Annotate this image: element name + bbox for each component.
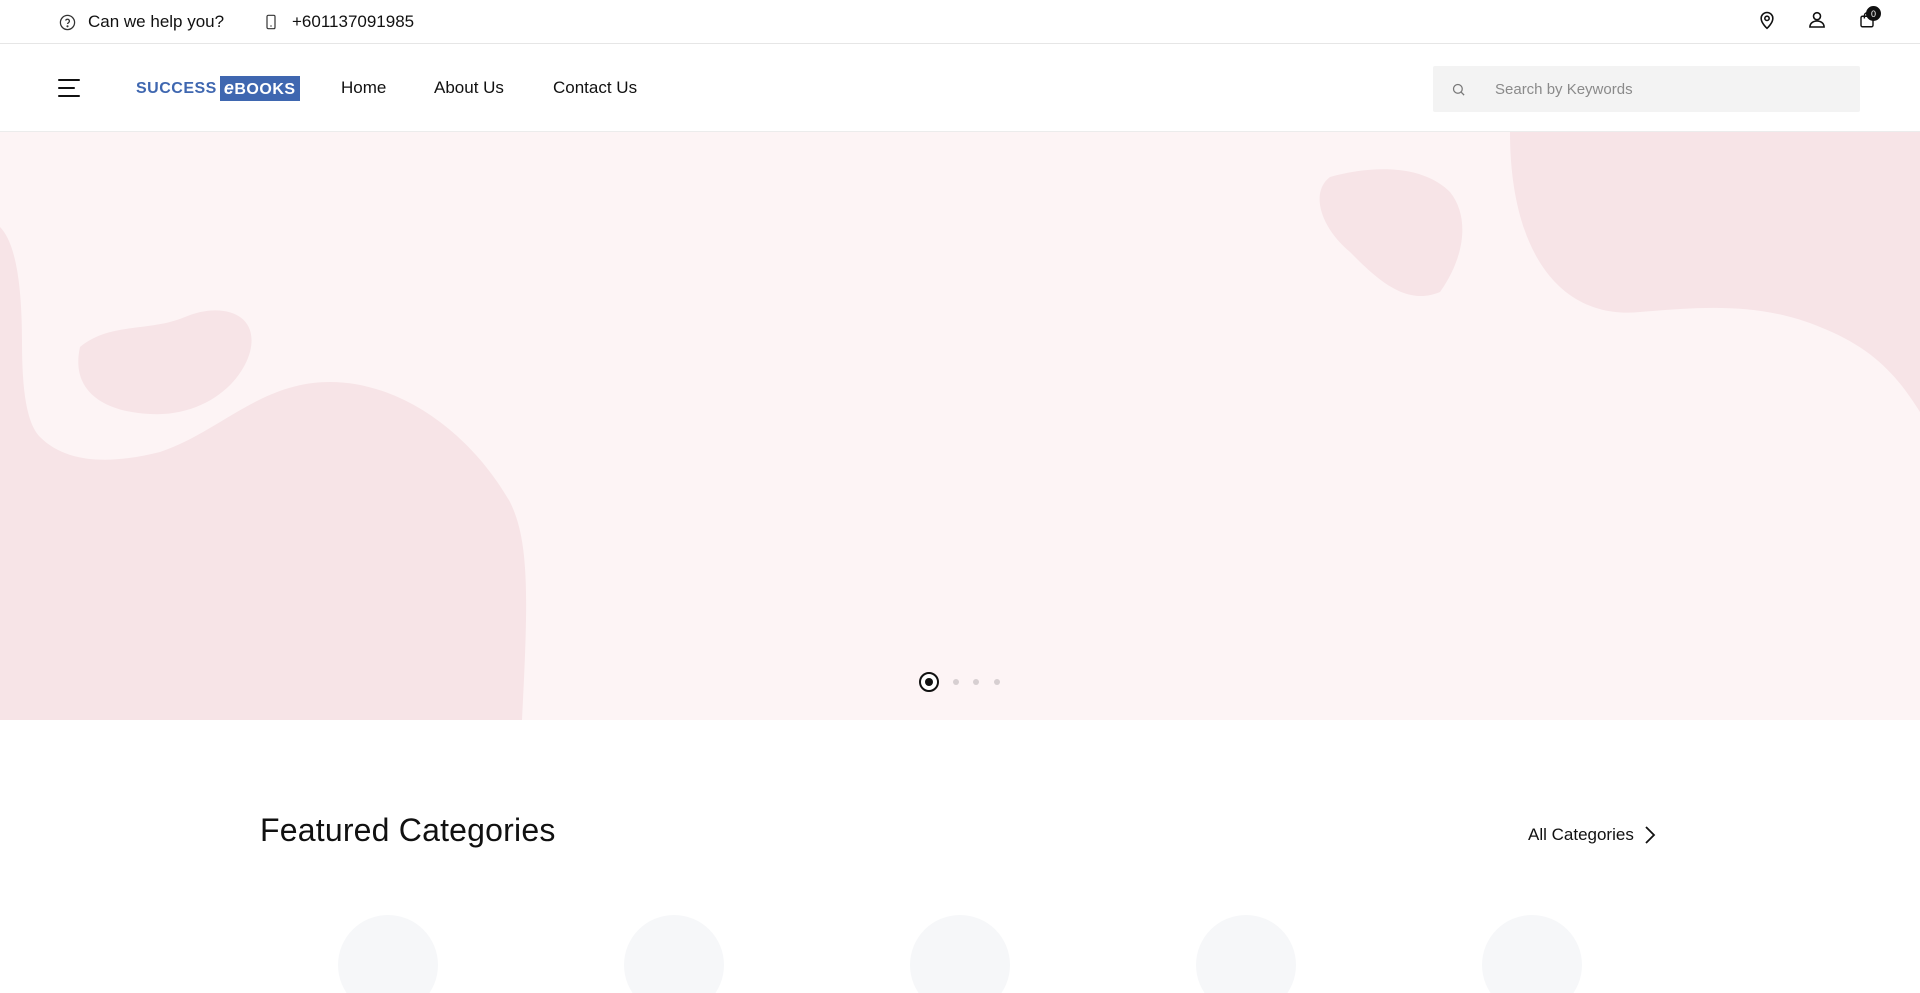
help-circle-icon <box>58 13 76 31</box>
menu-toggle-button[interactable] <box>58 78 82 98</box>
top-info-bar: Can we help you? +601137091985 0 <box>0 0 1920 44</box>
category-item-5[interactable] <box>1482 915 1582 993</box>
help-link[interactable]: Can we help you? <box>58 0 224 44</box>
featured-categories-heading: Featured Categories <box>260 812 556 848</box>
search-input[interactable] <box>1495 80 1835 98</box>
phone-number: +601137091985 <box>292 12 415 31</box>
slider-dot-4[interactable] <box>994 679 1000 685</box>
store-locator-button[interactable] <box>1755 10 1779 34</box>
hero-slider <box>0 132 1920 720</box>
category-item-1[interactable] <box>338 915 438 993</box>
category-item-2[interactable] <box>624 915 724 993</box>
main-navigation: SUCCESS eBOOKS Home About Us Contact Us <box>0 44 1920 132</box>
user-icon <box>1807 9 1827 35</box>
category-item-3[interactable] <box>910 915 1010 993</box>
slider-pagination <box>0 670 1920 694</box>
slider-dot-3[interactable] <box>973 679 979 685</box>
phone-icon <box>262 13 280 31</box>
slider-dot-1[interactable] <box>919 672 939 692</box>
hero-background-shapes <box>0 132 1920 720</box>
slider-dot-2[interactable] <box>953 679 959 685</box>
all-categories-label: All Categories <box>1528 825 1634 844</box>
nav-link-contact-us[interactable]: Contact Us <box>553 44 637 132</box>
search-box <box>1433 66 1860 112</box>
account-button[interactable] <box>1805 10 1829 34</box>
logo-text-ebooks: eBOOKS <box>219 76 300 101</box>
help-text: Can we help you? <box>88 12 225 31</box>
nav-link-home[interactable]: Home <box>341 44 386 132</box>
nav-link-about-us[interactable]: About Us <box>434 44 504 132</box>
site-logo[interactable]: SUCCESS eBOOKS <box>136 76 300 101</box>
cart-button[interactable]: 0 <box>1855 6 1881 34</box>
hamburger-icon <box>58 79 80 81</box>
all-categories-link[interactable]: All Categories <box>1528 822 1658 848</box>
logo-text-success: SUCCESS <box>136 79 217 97</box>
search-icon[interactable] <box>1449 80 1467 98</box>
location-pin-icon <box>1757 9 1777 36</box>
phone-link[interactable]: +601137091985 <box>262 0 414 44</box>
cart-count-badge: 0 <box>1866 6 1881 21</box>
chevron-right-icon <box>1644 825 1658 845</box>
category-item-4[interactable] <box>1196 915 1296 993</box>
